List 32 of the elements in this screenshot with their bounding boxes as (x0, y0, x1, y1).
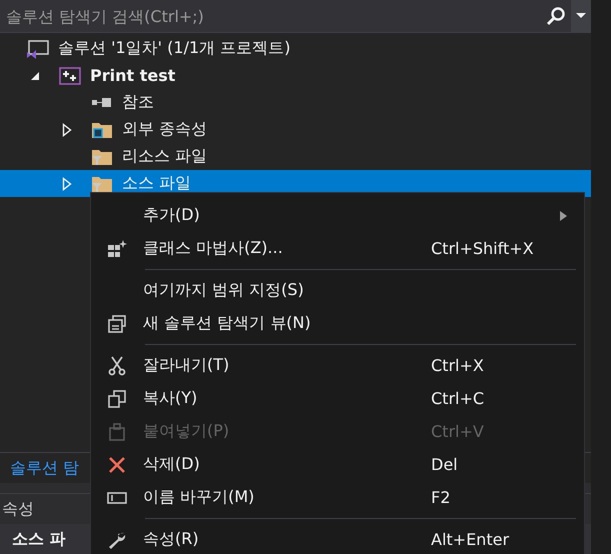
menu-item[interactable]: 추가(D) (91, 199, 584, 232)
search-box[interactable]: 솔루션 탐색기 검색(Ctrl+;) (0, 0, 591, 33)
tree-row[interactable]: 외부 종속성 (0, 116, 591, 143)
tree-row[interactable]: 리소스 파일 (0, 143, 591, 170)
menu-item[interactable]: 삭제(D) Del (91, 448, 584, 481)
panel-tab[interactable]: 솔루션 탐 (10, 458, 80, 478)
properties-object: 소스 파 (12, 528, 66, 550)
menu-item[interactable]: 속성(R) Alt+Enter (91, 523, 584, 554)
menu-item[interactable]: 여기까지 범위 지정(S) (91, 274, 584, 307)
menu-item[interactable]: 이름 바꾸기(M) F2 (91, 481, 584, 514)
properties-title: 속성 (2, 498, 34, 520)
clipboard-icon (107, 422, 127, 442)
scissors-icon (107, 356, 127, 376)
search-icon[interactable] (546, 6, 566, 26)
menu-item[interactable]: 클래스 마법사(Z)... Ctrl+Shift+X (91, 232, 584, 265)
menu-item[interactable]: 복사(Y) Ctrl+C (91, 382, 584, 415)
menu-item[interactable]: 잘라내기(T) Ctrl+X (91, 349, 584, 382)
search-field[interactable]: 솔루션 탐색기 검색(Ctrl+;) (4, 1, 541, 31)
expanded-arrow-icon[interactable] (30, 70, 40, 80)
menu-item[interactable]: 새 솔루션 탐색기 뷰(N) (91, 307, 584, 340)
copy-icon (107, 388, 127, 408)
caret-icon (576, 13, 586, 19)
tree-row[interactable]: Print test (0, 62, 591, 89)
windows-icon (107, 314, 127, 334)
solution-icon (26, 38, 50, 58)
search-options-button[interactable] (571, 0, 591, 32)
tree-row[interactable]: 솔루션 '1일차' (1/1개 프로젝트) (0, 35, 591, 62)
wizard-icon (107, 238, 127, 258)
project-icon (58, 66, 82, 86)
close-icon (107, 454, 127, 474)
collapsed-arrow-icon[interactable] (62, 122, 72, 136)
tree-row[interactable]: 참조 (0, 89, 591, 116)
